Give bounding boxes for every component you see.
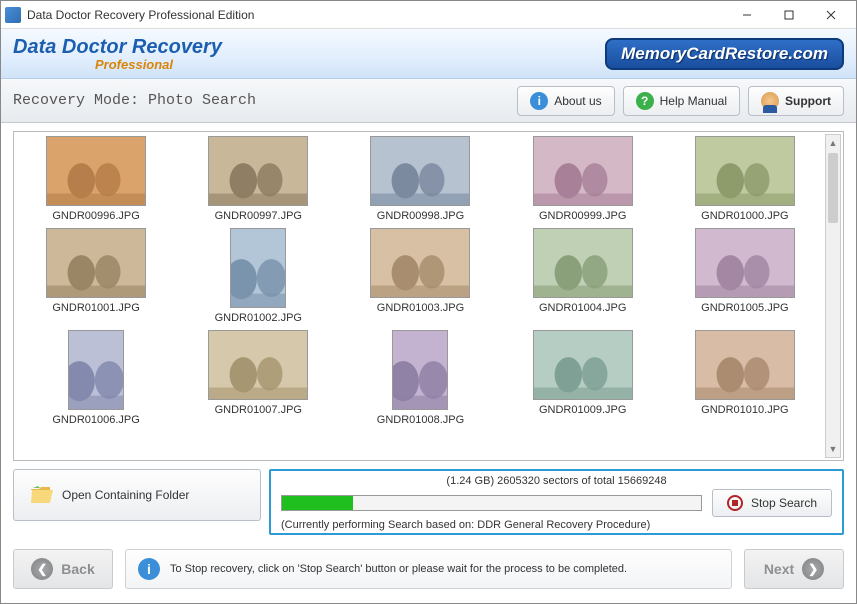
app-icon [5,7,21,23]
photo-thumbnail-icon [370,228,470,298]
scroll-up-arrow[interactable]: ▲ [826,135,840,151]
chevron-left-icon: ❮ [31,558,53,580]
thumbnail-filename: GNDR00996.JPG [52,210,139,222]
thumbnail-item[interactable]: GNDR01006.JPG [18,330,174,426]
thumbnail-filename: GNDR01001.JPG [52,302,139,314]
next-label: Next [764,561,794,577]
open-folder-label: Open Containing Folder [62,488,189,502]
thumbnail-filename: GNDR01007.JPG [215,404,302,416]
thumbnail-item[interactable]: GNDR01003.JPG [342,228,498,324]
photo-thumbnail-icon [46,136,146,206]
minimize-button[interactable] [726,2,768,28]
about-label: About us [554,94,601,108]
back-label: Back [61,561,94,577]
gallery-scroll-area[interactable]: GNDR00996.JPG GNDR00997.JPG GNDR00998.JPG G… [18,136,823,456]
brand-block: Data Doctor Recovery Professional [13,36,605,72]
stop-search-label: Stop Search [751,496,817,510]
info-icon: i [138,558,160,580]
progress-panel: (1.24 GB) 2605320 sectors of total 15669… [269,469,844,535]
close-button[interactable] [810,2,852,28]
photo-thumbnail-icon [370,136,470,206]
procedure-text: (Currently performing Search based on: D… [281,519,832,531]
folder-icon [30,485,54,505]
thumbnail-filename: GNDR01003.JPG [377,302,464,314]
footer-bar: ❮ Back i To Stop recovery, click on 'Sto… [1,535,856,603]
scroll-down-arrow[interactable]: ▼ [826,441,840,457]
thumbnail-filename: GNDR01008.JPG [377,414,464,426]
next-button[interactable]: Next ❯ [744,549,844,589]
thumbnail-filename: GNDR01009.JPG [539,404,626,416]
thumbnail-filename: GNDR01010.JPG [701,404,788,416]
toolbar: Recovery Mode: Photo Search i About us ?… [1,79,856,123]
brand-subtitle: Professional [95,57,605,72]
thumbnail-filename: GNDR01000.JPG [701,210,788,222]
about-us-button[interactable]: i About us [517,86,614,116]
thumbnail-item[interactable]: GNDR01004.JPG [505,228,661,324]
photo-thumbnail-icon [533,136,633,206]
photo-thumbnail-icon [68,330,124,410]
hint-panel: i To Stop recovery, click on 'Stop Searc… [125,549,732,589]
help-manual-button[interactable]: ? Help Manual [623,86,740,116]
recovery-mode-label: Recovery Mode: Photo Search [13,92,509,109]
chevron-right-icon: ❯ [802,558,824,580]
thumbnail-filename: GNDR00998.JPG [377,210,464,222]
thumbnail-item[interactable]: GNDR01008.JPG [342,330,498,426]
back-button[interactable]: ❮ Back [13,549,113,589]
support-icon [761,92,779,110]
info-icon: i [530,92,548,110]
thumbnail-item[interactable]: GNDR01000.JPG [667,136,823,222]
photo-thumbnail-icon [695,330,795,400]
progress-row: Open Containing Folder (1.24 GB) 2605320… [13,469,844,535]
website-badge[interactable]: MemoryCardRestore.com [605,38,844,70]
thumbnail-filename: GNDR01006.JPG [52,414,139,426]
thumbnail-filename: GNDR01002.JPG [215,312,302,324]
maximize-button[interactable] [768,2,810,28]
support-button[interactable]: Support [748,86,844,116]
progress-bar [281,495,702,511]
thumbnail-item[interactable]: GNDR01001.JPG [18,228,174,324]
sectors-text: (1.24 GB) 2605320 sectors of total 15669… [281,475,832,487]
stop-icon [727,495,743,511]
brand-title: Data Doctor Recovery [13,36,605,59]
thumbnail-grid: GNDR00996.JPG GNDR00997.JPG GNDR00998.JPG G… [18,136,823,426]
support-label: Support [785,94,831,108]
stop-search-button[interactable]: Stop Search [712,489,832,517]
thumbnail-item[interactable]: GNDR01005.JPG [667,228,823,324]
photo-thumbnail-icon [695,136,795,206]
photo-thumbnail-icon [533,330,633,400]
title-bar: Data Doctor Recovery Professional Editio… [1,1,856,29]
gallery-frame: GNDR00996.JPG GNDR00997.JPG GNDR00998.JPG G… [13,131,844,461]
scrollbar-thumb[interactable] [828,153,838,223]
progress-fill [282,496,353,510]
help-label: Help Manual [660,94,727,108]
thumbnail-filename: GNDR01004.JPG [539,302,626,314]
thumbnail-item[interactable]: GNDR01007.JPG [180,330,336,426]
vertical-scrollbar[interactable]: ▲ ▼ [825,134,841,458]
thumbnail-item[interactable]: GNDR00997.JPG [180,136,336,222]
thumbnail-item[interactable]: GNDR01002.JPG [180,228,336,324]
content-area: GNDR00996.JPG GNDR00997.JPG GNDR00998.JPG G… [1,123,856,535]
thumbnail-item[interactable]: GNDR00998.JPG [342,136,498,222]
photo-thumbnail-icon [533,228,633,298]
thumbnail-item[interactable]: GNDR00999.JPG [505,136,661,222]
header-banner: Data Doctor Recovery Professional Memory… [1,29,856,79]
thumbnail-filename: GNDR01005.JPG [701,302,788,314]
thumbnail-item[interactable]: GNDR01010.JPG [667,330,823,426]
window-title: Data Doctor Recovery Professional Editio… [27,8,726,22]
photo-thumbnail-icon [46,228,146,298]
thumbnail-item[interactable]: GNDR00996.JPG [18,136,174,222]
photo-thumbnail-icon [208,330,308,400]
photo-thumbnail-icon [695,228,795,298]
photo-thumbnail-icon [208,136,308,206]
hint-text: To Stop recovery, click on 'Stop Search'… [170,563,627,575]
help-icon: ? [636,92,654,110]
open-containing-folder-button[interactable]: Open Containing Folder [13,469,261,521]
photo-thumbnail-icon [230,228,286,308]
photo-thumbnail-icon [392,330,448,410]
thumbnail-item[interactable]: GNDR01009.JPG [505,330,661,426]
thumbnail-filename: GNDR00997.JPG [215,210,302,222]
thumbnail-filename: GNDR00999.JPG [539,210,626,222]
